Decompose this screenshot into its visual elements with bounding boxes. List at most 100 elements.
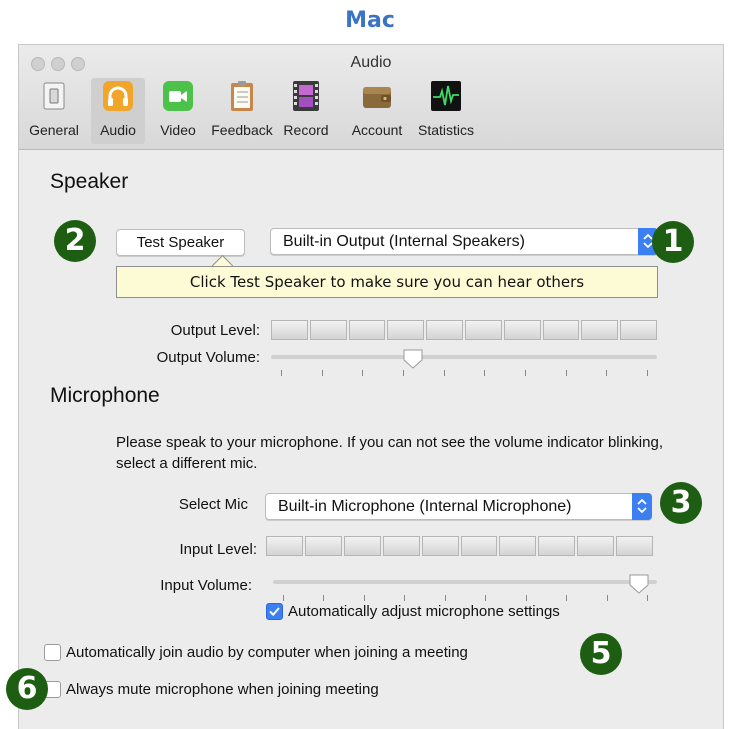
microphone-device-value: Built-in Microphone (Internal Microphone… [278, 498, 572, 515]
always-mute-label: Always mute microphone when joining meet… [66, 681, 379, 698]
level-segment [309, 320, 347, 340]
tab-label: Audio [100, 122, 136, 138]
step-badge-3: 3 [660, 482, 702, 524]
film-icon [293, 81, 319, 111]
output-volume-slider[interactable] [271, 348, 657, 378]
tab-label: Video [160, 122, 196, 138]
output-level-meter [271, 320, 657, 340]
select-mic-label: Select Mic [178, 496, 248, 513]
auto-join-audio-label: Automatically join audio by computer whe… [66, 644, 468, 661]
tab-account[interactable]: Account [350, 78, 404, 144]
tab-audio[interactable]: Audio [91, 78, 145, 144]
level-segment [499, 536, 537, 556]
step-badge-2: 2 [54, 220, 96, 262]
level-segment [503, 320, 541, 340]
tab-label: Statistics [417, 122, 474, 138]
tab-record[interactable]: Record [279, 78, 333, 144]
input-volume-label: Input Volume: [160, 577, 252, 594]
level-segment [464, 320, 502, 340]
auto-adjust-label: Automatically adjust microphone settings [288, 603, 560, 620]
wallet-icon [363, 87, 391, 108]
test-speaker-button[interactable]: Test Speaker [116, 229, 245, 256]
slider-tick [606, 595, 608, 601]
level-segment [348, 320, 386, 340]
level-segment [266, 536, 303, 556]
slider-tick [323, 595, 325, 601]
tab-general[interactable]: General [27, 78, 81, 144]
level-segment [542, 320, 580, 340]
input-level-meter [266, 536, 654, 556]
tab-feedback[interactable]: Feedback [211, 78, 273, 144]
slider-tick [283, 595, 284, 601]
level-segment [382, 536, 420, 556]
output-device-value: Built-in Output (Internal Speakers) [283, 233, 525, 250]
slider-tick [362, 370, 364, 376]
slider-thumb[interactable] [628, 573, 650, 595]
slider-tick [525, 595, 527, 601]
output-level-label: Output Level: [170, 322, 260, 339]
step-badge-5: 5 [580, 633, 622, 675]
slider-tick [525, 370, 526, 376]
slider-tick [647, 370, 648, 376]
level-segment [577, 536, 615, 556]
slider-thumb[interactable] [402, 348, 424, 370]
level-segment [271, 320, 308, 340]
slider-tick [566, 595, 568, 601]
tab-label: Account [351, 122, 403, 138]
test-speaker-tooltip: Click Test Speaker to make sure you can … [116, 266, 658, 298]
step-badge-6: 6 [6, 668, 48, 710]
tab-label: General [29, 122, 79, 138]
auto-join-audio-checkbox[interactable] [44, 644, 61, 661]
step-badge-1: 1 [652, 221, 694, 263]
level-segment [387, 320, 425, 340]
caption-title: Mac [345, 8, 395, 33]
slider-tick [403, 370, 404, 376]
headphones-icon [103, 81, 133, 111]
clipboard-icon [231, 81, 253, 111]
level-segment [538, 536, 576, 556]
slider-tick [565, 370, 567, 376]
level-segment [421, 536, 459, 556]
slider-tick [321, 370, 323, 376]
tab-video[interactable]: Video [151, 78, 205, 144]
slider-ticks [273, 595, 657, 603]
video-camera-icon [163, 81, 193, 111]
slider-tick [606, 370, 608, 376]
waveform-icon [431, 81, 461, 111]
speaker-heading: Speaker [50, 170, 129, 193]
output-volume-label: Output Volume: [156, 349, 260, 366]
level-segment [426, 320, 463, 340]
slider-tick [485, 595, 487, 601]
title-bar: Audio General Audio Video Feedback Recor… [19, 45, 723, 150]
auto-adjust-checkbox[interactable] [266, 603, 283, 620]
input-volume-slider[interactable] [273, 571, 657, 601]
chevron-updown-icon [632, 493, 652, 520]
slider-tick [647, 595, 648, 601]
level-segment [616, 536, 654, 556]
slider-tick [363, 595, 365, 601]
tab-label: Record [283, 122, 329, 138]
slider-track [273, 580, 657, 584]
slider-tick [444, 595, 446, 601]
level-segment [620, 320, 657, 340]
tab-label: Feedback [211, 122, 273, 138]
tab-statistics[interactable]: Statistics [418, 78, 474, 144]
slider-tick [404, 595, 406, 601]
microphone-instructions: Please speak to your microphone. If you … [116, 434, 663, 472]
slider-tick [484, 370, 486, 376]
microphone-select[interactable]: Built-in Microphone (Internal Microphone… [265, 493, 652, 520]
window-title: Audio [350, 54, 392, 71]
level-segment [581, 320, 619, 340]
level-segment [304, 536, 342, 556]
switch-icon [43, 82, 65, 110]
output-device-select[interactable]: Built-in Output (Internal Speakers) [270, 228, 658, 255]
input-level-label: Input Level: [179, 541, 257, 558]
slider-tick [281, 370, 282, 376]
checkmark-icon [269, 607, 280, 617]
slider-tick [443, 370, 445, 376]
microphone-heading: Microphone [50, 384, 160, 407]
slider-ticks [271, 370, 657, 378]
level-segment [460, 536, 498, 556]
slider-track [271, 355, 657, 359]
level-segment [343, 536, 381, 556]
